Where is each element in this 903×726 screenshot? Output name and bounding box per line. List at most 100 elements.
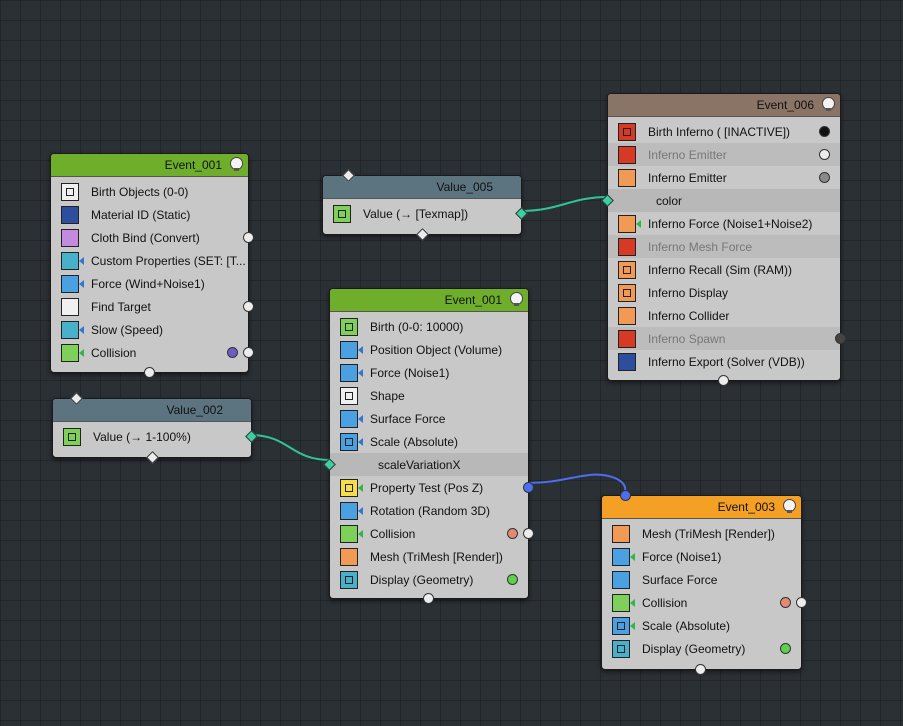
operator-row[interactable]: Scale (Absolute) — [330, 430, 528, 453]
value-icon — [63, 428, 81, 446]
operator-row[interactable]: Slow (Speed) — [51, 318, 248, 341]
wire-propertytest-to-event003[interactable] — [526, 473, 627, 495]
operator-row[interactable]: Scale (Absolute) — [602, 614, 801, 637]
event-input-port[interactable] — [620, 490, 631, 501]
collision-icon — [612, 594, 635, 612]
operator-row[interactable]: Mesh (TriMesh [Render]) — [602, 522, 801, 545]
inferno-display-icon — [618, 284, 636, 302]
bulb-icon[interactable] — [510, 292, 523, 306]
node-header[interactable]: Event_001 — [330, 289, 528, 312]
output-port[interactable] — [819, 126, 830, 137]
operator-row[interactable]: Inferno Export (Solver (VDB)) — [608, 350, 840, 373]
birth-inferno-icon — [618, 123, 636, 141]
operator-row[interactable]: Collision — [602, 591, 807, 614]
operator-row[interactable]: Birth Inferno ( [INACTIVE]) — [608, 120, 840, 143]
display-icon — [340, 571, 358, 589]
output-port[interactable] — [243, 301, 254, 312]
collision-port[interactable] — [227, 347, 238, 358]
display-port[interactable] — [507, 574, 518, 585]
wire-value002-to-scalevariation[interactable] — [249, 434, 331, 461]
test-output-port[interactable] — [523, 482, 534, 493]
operator-row[interactable]: Inferno Display — [608, 281, 840, 304]
operator-row[interactable]: Force (Noise1) — [602, 545, 801, 568]
value-output-port[interactable] — [245, 430, 258, 443]
output-port[interactable] — [416, 228, 429, 241]
node-header[interactable]: Value_005 — [323, 176, 521, 199]
event-001-left-node[interactable]: Event_001 Birth Objects (0-0) Material I… — [50, 153, 254, 378]
parameter-input-port[interactable] — [601, 194, 614, 207]
operator-row[interactable]: Birth Objects (0-0) — [51, 180, 248, 203]
operator-label: Inferno Emitter — [648, 171, 727, 185]
operator-label: Collision — [642, 596, 688, 610]
value-output-port[interactable] — [515, 207, 528, 220]
operator-label: Surface Force — [642, 573, 718, 587]
operator-row[interactable]: Inferno Force (Noise1+Noise2) — [608, 212, 840, 235]
operator-row[interactable]: Inferno Emitter — [608, 166, 840, 189]
event-006-node[interactable]: Event_006 Birth Inferno ( [INACTIVE]) In… — [601, 93, 846, 386]
operator-label: Custom Properties (SET: [T... — [91, 254, 246, 268]
output-port[interactable] — [523, 528, 534, 539]
output-port[interactable] — [819, 149, 830, 160]
shape-icon — [340, 387, 358, 405]
find-target-icon — [61, 298, 79, 316]
inferno-force-icon — [618, 215, 641, 233]
output-port[interactable] — [796, 597, 807, 608]
output-port[interactable] — [835, 333, 846, 344]
operator-row[interactable]: Collision — [51, 341, 254, 364]
operator-row[interactable]: Value (→ [Texmap]) — [323, 202, 528, 225]
output-port[interactable] — [243, 347, 254, 358]
parameter-row[interactable]: scaleVariationX — [323, 453, 528, 476]
operator-row[interactable]: Mesh (TriMesh [Render]) — [330, 545, 528, 568]
operator-row[interactable]: Material ID (Static) — [51, 203, 248, 226]
operator-row[interactable]: Position Object (Volume) — [330, 338, 528, 361]
input-port[interactable] — [423, 593, 434, 604]
operator-row[interactable]: Rotation (Random 3D) — [330, 499, 528, 522]
value-002-node[interactable]: Value_002 Value (→ 1-100%) — [52, 392, 258, 464]
node-header[interactable]: Value_002 — [53, 399, 251, 422]
operator-row[interactable]: Inferno Emitter — [608, 143, 840, 166]
operator-row[interactable]: Inferno Mesh Force — [608, 235, 840, 258]
operator-row[interactable]: Find Target — [51, 295, 254, 318]
event-001-mid-node[interactable]: Event_001 Birth (0-0: 10000) Position Ob… — [323, 288, 534, 604]
bulb-icon[interactable] — [822, 97, 835, 111]
input-port[interactable] — [144, 367, 155, 378]
output-port[interactable] — [819, 172, 830, 183]
parameter-row[interactable]: color — [601, 189, 840, 212]
output-port[interactable] — [243, 232, 254, 243]
operator-row[interactable]: Display (Geometry) — [602, 637, 801, 660]
operator-row[interactable]: Force (Wind+Noise1) — [51, 272, 248, 295]
operator-row[interactable]: Surface Force — [602, 568, 801, 591]
operator-row[interactable]: Value (→ 1-100%) — [53, 425, 258, 448]
operator-row[interactable]: Inferno Spawn — [608, 327, 846, 350]
collision-port[interactable] — [507, 528, 518, 539]
operator-row[interactable]: Cloth Bind (Convert) — [51, 226, 254, 249]
operator-row[interactable]: Display (Geometry) — [330, 568, 528, 591]
collision-port[interactable] — [780, 597, 791, 608]
parameter-input-port[interactable] — [323, 458, 336, 471]
operator-row[interactable]: Property Test (Pos Z) — [330, 476, 534, 499]
operator-row[interactable]: Custom Properties (SET: [T... — [51, 249, 248, 272]
operator-row[interactable]: Force (Noise1) — [330, 361, 528, 384]
operator-row[interactable]: Surface Force — [330, 407, 528, 430]
node-header[interactable]: Event_006 — [608, 94, 840, 117]
value-005-node[interactable]: Value_005 Value (→ [Texmap]) — [322, 169, 528, 241]
operator-label: Scale (Absolute) — [370, 435, 459, 449]
material-id-icon — [61, 206, 79, 224]
operator-row[interactable]: Inferno Recall (Sim (RAM)) — [608, 258, 840, 281]
display-port[interactable] — [780, 643, 791, 654]
operator-row[interactable]: Shape — [330, 384, 528, 407]
input-port[interactable] — [695, 664, 706, 675]
operator-row[interactable]: Birth (0-0: 10000) — [330, 315, 528, 338]
input-port[interactable] — [718, 375, 729, 386]
node-header[interactable]: Event_001 — [51, 154, 248, 177]
value-icon — [333, 205, 351, 223]
operator-row[interactable]: Inferno Collider — [608, 304, 840, 327]
operator-row[interactable]: Collision — [330, 522, 534, 545]
node-header[interactable]: Event_003 — [602, 496, 801, 519]
bulb-icon[interactable] — [230, 157, 243, 171]
display-icon — [612, 640, 630, 658]
wire-value005-to-color[interactable] — [519, 196, 609, 212]
event-003-node[interactable]: Event_003 Mesh (TriMesh [Render]) Force … — [601, 490, 807, 675]
output-port[interactable] — [146, 451, 159, 464]
bulb-icon[interactable] — [783, 499, 796, 513]
